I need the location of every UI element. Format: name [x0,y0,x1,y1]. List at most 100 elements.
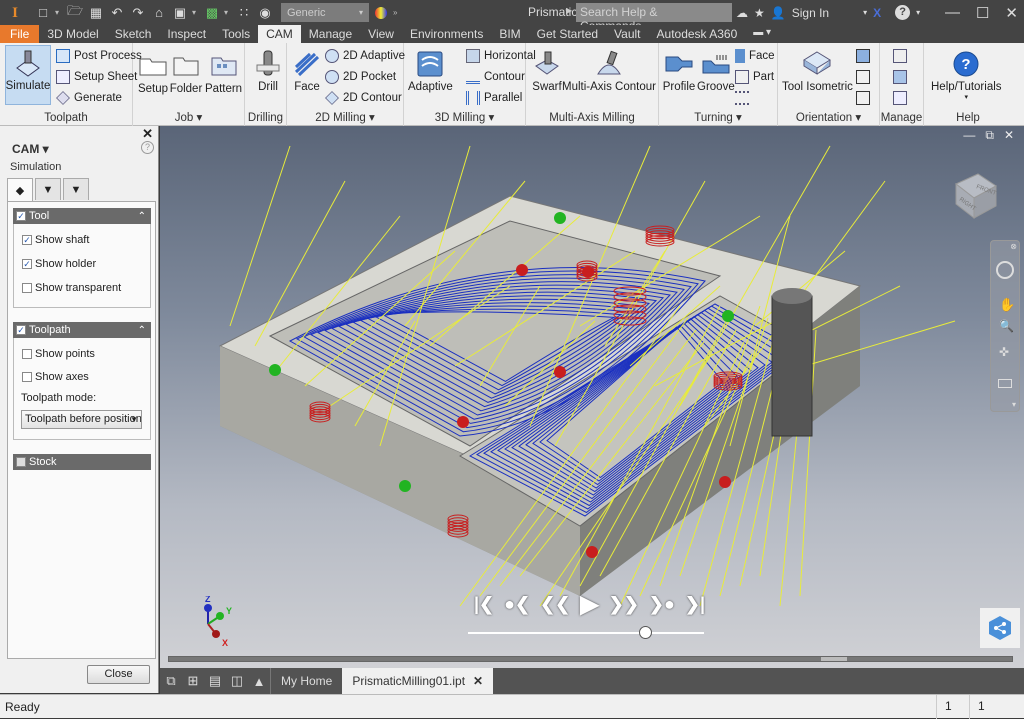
tab-sketch[interactable]: Sketch [107,25,160,43]
close-icon[interactable]: ✕ [1005,4,1018,22]
view-cube-top-button[interactable] [856,91,870,105]
playback-slider-thumb[interactable] [639,626,652,639]
measure-dropdown-icon[interactable]: ▾ [192,8,200,17]
parallel-button[interactable]: Parallel [466,91,522,105]
contour-button[interactable]: Contour [466,70,525,84]
tab-inspect[interactable]: Inspect [159,25,214,43]
share-view-button[interactable] [980,608,1020,648]
app-logo[interactable]: I [4,2,26,24]
toolpath-mode-select[interactable]: Toolpath before position ▼ [21,410,142,429]
look-at-icon[interactable] [998,379,1012,388]
toolpath-group-header[interactable]: ✓ Toolpath ⌃ [13,322,151,338]
measure-icon[interactable]: ▣ [171,4,189,22]
orbit-icon[interactable]: ✜ [999,345,1009,359]
help-tutorials-button[interactable]: ? Help/Tutorials ▾ [931,47,1002,101]
help-icon[interactable]: ? [141,141,154,154]
pattern-button[interactable]: Pattern [205,49,242,95]
open-folder-icon[interactable]: 🗁 [66,3,84,22]
panel-close-icon[interactable]: ✕ [142,126,153,142]
stock-group-header[interactable]: Stock [13,454,151,470]
tab-bim[interactable]: BIM [491,25,528,43]
timeline-scrollbar[interactable] [168,656,1013,662]
sign-in-link[interactable]: Sign In [792,6,829,20]
tab-get-started[interactable]: Get Started [529,25,606,43]
navbar-close-icon[interactable]: ⊗ [1010,242,1017,251]
panel-label-turning[interactable]: Turning ▾ [659,110,777,124]
show-axes-checkbox[interactable] [22,372,32,382]
view-cube-side-button[interactable] [856,70,870,84]
home-icon[interactable]: ⌂ [150,4,168,22]
go-to-end-icon[interactable]: ❯| [685,594,705,615]
swarf-button[interactable]: Swarf [530,47,564,93]
tab-file[interactable]: File [0,25,40,43]
show-points-checkbox[interactable] [22,349,32,359]
more-icon[interactable]: » [393,8,401,17]
toolpath-group-checkbox[interactable]: ✓ [16,325,26,335]
sign-in-dropdown-icon[interactable]: ▾ [863,8,867,17]
material-dropdown[interactable]: Generic ▾ [281,3,369,22]
previous-operation-icon[interactable]: ●❮ [504,594,530,615]
tool-group-checkbox[interactable]: ✓ [16,211,26,221]
zoom-icon[interactable]: 🔍 [999,319,1014,333]
show-holder-checkbox[interactable]: ✓ [22,259,32,269]
part-button[interactable]: Part [735,70,774,84]
manage-library-button[interactable] [893,70,907,84]
show-points-option[interactable]: Show points [22,348,95,360]
2d-pocket-button[interactable]: 2D Pocket [325,70,396,84]
setup-button[interactable]: Setup [136,49,170,95]
tab-info[interactable]: ▼ [35,178,61,200]
post-process-button[interactable]: Post Process [56,49,142,63]
maximize-icon[interactable]: ☐ [976,4,989,22]
tab-environments[interactable]: Environments [402,25,491,43]
new-file-icon[interactable]: □ [34,4,52,22]
tab-display[interactable]: ◆ [7,178,33,201]
step-forward-icon[interactable]: ❯❯ [609,594,639,615]
redo-icon[interactable]: ↷ [129,4,147,22]
tab-view[interactable]: View [360,25,402,43]
help-search-input[interactable]: Search Help & Commands... [576,3,732,33]
playback-slider-track[interactable] [468,632,704,634]
tab-manage[interactable]: Manage [301,25,360,43]
view-cube[interactable]: FRONT RIGHT [946,168,1000,222]
new-dropdown-icon[interactable]: ▾ [55,8,63,17]
tab-prismatic-milling[interactable]: PrismaticMilling01.ipt ✕ [342,668,494,694]
multi-axis-contour-button[interactable]: Multi-Axis Contour [562,47,656,93]
thread-button[interactable] [735,91,749,105]
show-holder-option[interactable]: ✓ Show holder [22,258,96,270]
show-shaft-checkbox[interactable]: ✓ [22,235,32,245]
step-back-icon[interactable]: ❮❮ [540,594,570,615]
tab-my-home[interactable]: My Home [270,668,342,694]
pan-icon[interactable]: ✋ [999,297,1015,313]
generate-button[interactable]: Generate [56,91,122,105]
help-icon[interactable]: ? [895,5,911,20]
profile-button[interactable]: Profile [662,47,696,93]
manage-templates-button[interactable] [893,49,907,63]
drill-button[interactable]: Drill [251,47,285,93]
tab-close-icon[interactable]: ✕ [473,674,483,688]
tab-tools[interactable]: Tools [214,25,258,43]
2d-contour-button[interactable]: 2D Contour [325,91,402,105]
tile-horizontal-icon[interactable]: ▤ [204,668,226,694]
cascade-windows-icon[interactable]: ⧉ [160,668,182,694]
navbar-customize-icon[interactable]: ▾ [1012,400,1016,409]
graphics-viewport[interactable]: — ⧉ ✕ FRONT RIGHT ⊗ ✋ 🔍 ✜ ▾ Z Y X |❮ ●❮ … [160,126,1024,668]
satellite-icon[interactable]: ☁ [736,6,748,20]
show-axes-option[interactable]: Show axes [22,371,89,383]
show-shaft-option[interactable]: ✓ Show shaft [22,234,89,246]
minimize-icon[interactable]: — [945,4,960,21]
save-icon[interactable]: ▦ [87,4,105,22]
simulate-button[interactable]: Simulate [5,45,51,105]
update-icon[interactable]: ▩ [203,4,221,22]
appearance-icon[interactable] [372,4,390,22]
panel-label-3d-milling[interactable]: 3D Milling ▾ [404,110,525,124]
panel-label-orientation[interactable]: Orientation ▾ [778,110,879,124]
tile-vertical-icon[interactable]: ◫ [226,668,248,694]
play-icon[interactable]: ▶ [580,590,598,619]
2d-adaptive-button[interactable]: 2D Adaptive [325,49,405,63]
tab-3d-model[interactable]: 3D Model [39,25,106,43]
expand-arrow-icon[interactable]: ▶ [566,6,572,15]
panel-label-job[interactable]: Job ▾ [133,110,244,124]
tab-cam[interactable]: CAM [258,25,301,43]
collapse-icon[interactable]: ⌃ [138,211,146,222]
show-transparent-option[interactable]: Show transparent [22,282,121,294]
